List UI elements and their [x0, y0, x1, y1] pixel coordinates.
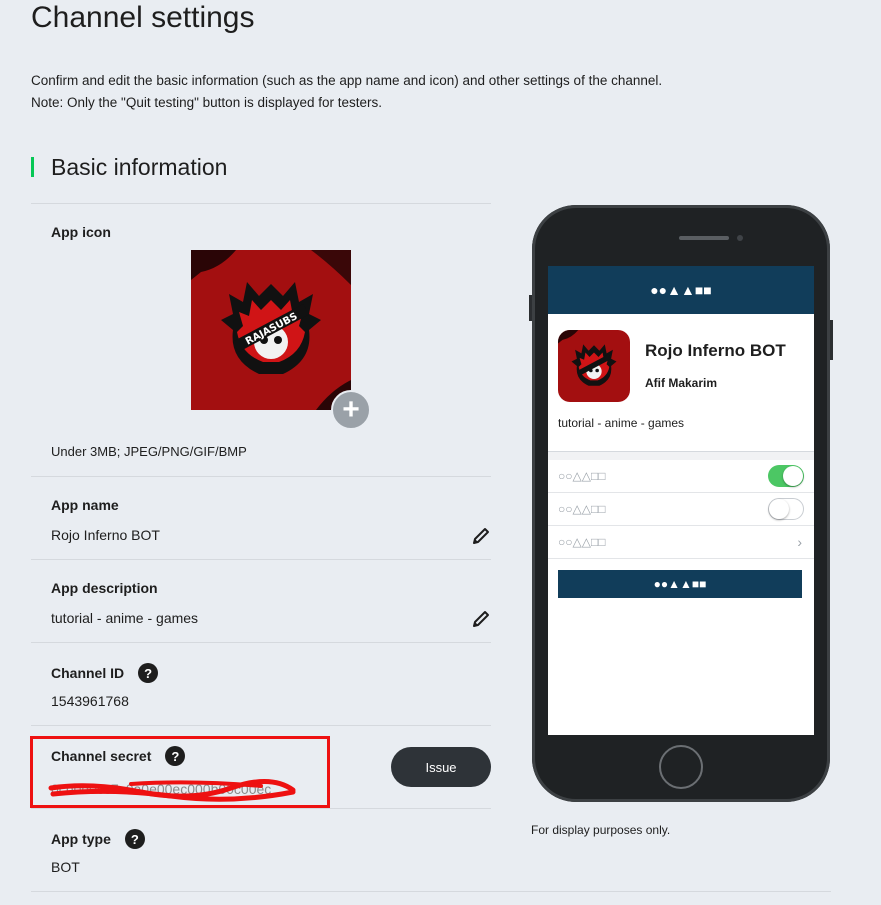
question-circle-icon[interactable]: ?	[124, 829, 145, 849]
app-icon-label: App icon	[51, 224, 111, 240]
preview-header: ●●▲▲■■	[548, 266, 814, 314]
preview-app-info: Rojo Inferno BOT Afif Makarim tutorial -…	[548, 314, 814, 452]
phone-home-button	[659, 745, 703, 789]
pencil-icon[interactable]	[471, 526, 491, 546]
preview-row: ○○△△□□	[548, 460, 814, 493]
app-icon-row: App icon RAJASUBS + Under 3MB; JPEG/PNG/…	[31, 203, 491, 476]
toggle-on	[768, 465, 804, 487]
secret-highlight-box	[30, 736, 330, 808]
issue-button[interactable]: Issue	[391, 747, 491, 787]
preview-row-label: ○○△△□□	[558, 502, 606, 516]
channel-id-row: Channel ID ? 1543961768	[31, 642, 491, 725]
chevron-right-icon: ›	[797, 534, 802, 550]
phone-screen: ●●▲▲■■ Rojo Inferno BOT Afif Makarim tut…	[548, 266, 814, 735]
app-name-value: Rojo Inferno BOT	[51, 527, 160, 543]
preview-spacer	[548, 452, 814, 460]
bottom-divider	[31, 891, 831, 892]
channel-secret-row: Channel secret ? 0cb0d0cc7c0a0e00ec000b0…	[30, 725, 491, 808]
preview-row-label: ○○△△□□	[558, 469, 606, 483]
app-type-row: App type ? BOT	[31, 808, 491, 891]
intro-line-1: Confirm and edit the basic information (…	[31, 73, 663, 88]
app-type-label-group: App type ?	[51, 829, 145, 849]
channel-id-label-group: Channel ID ?	[51, 663, 159, 683]
phone-side-button	[830, 320, 833, 360]
page-intro: Confirm and edit the basic information (…	[31, 70, 662, 114]
plus-icon: +	[342, 393, 360, 426]
preview-note: For display purposes only.	[531, 823, 671, 837]
app-description-label: App description	[51, 580, 158, 596]
section-header: Basic information	[31, 152, 227, 182]
preview-app-icon	[558, 330, 630, 402]
app-icon-image[interactable]: RAJASUBS	[191, 250, 351, 410]
page-title: Channel settings	[31, 1, 255, 34]
basic-info-form: App icon RAJASUBS + Under 3MB; JPEG/PNG/…	[30, 203, 491, 891]
preview-row: ○○△△□□ ›	[548, 526, 814, 559]
pencil-icon[interactable]	[471, 609, 491, 629]
app-name-row: App name Rojo Inferno BOT	[31, 476, 491, 559]
intro-line-2: Note: Only the "Quit testing" button is …	[31, 95, 383, 110]
app-type-value: BOT	[51, 859, 80, 875]
preview-description: tutorial - anime - games	[558, 416, 685, 430]
channel-id-label: Channel ID	[51, 665, 125, 681]
preview-app-name: Rojo Inferno BOT	[645, 341, 786, 360]
section-title: Basic information	[51, 153, 228, 180]
preview-action-button: ●●▲▲■■	[558, 570, 802, 598]
phone-camera	[737, 235, 743, 241]
app-name-label: App name	[51, 497, 119, 513]
phone-speaker	[679, 236, 729, 240]
preview-row-label: ○○△△□□	[558, 535, 606, 549]
app-description-value: tutorial - anime - games	[51, 610, 199, 626]
app-icon-hint: Under 3MB; JPEG/PNG/GIF/BMP	[51, 444, 247, 459]
phone-preview: ●●▲▲■■ Rojo Inferno BOT Afif Makarim tut…	[529, 205, 833, 802]
channel-id-value: 1543961768	[51, 693, 129, 709]
phone-side-button	[529, 295, 532, 321]
preview-author: Afif Makarim	[645, 376, 718, 390]
section-accent-bar	[31, 157, 34, 177]
app-description-row: App description tutorial - anime - games	[31, 559, 491, 642]
add-icon-button[interactable]: +	[331, 390, 371, 430]
toggle-off	[768, 498, 804, 520]
question-circle-icon[interactable]: ?	[138, 663, 159, 683]
preview-row: ○○△△□□	[548, 493, 814, 526]
app-type-label: App type	[51, 831, 111, 847]
